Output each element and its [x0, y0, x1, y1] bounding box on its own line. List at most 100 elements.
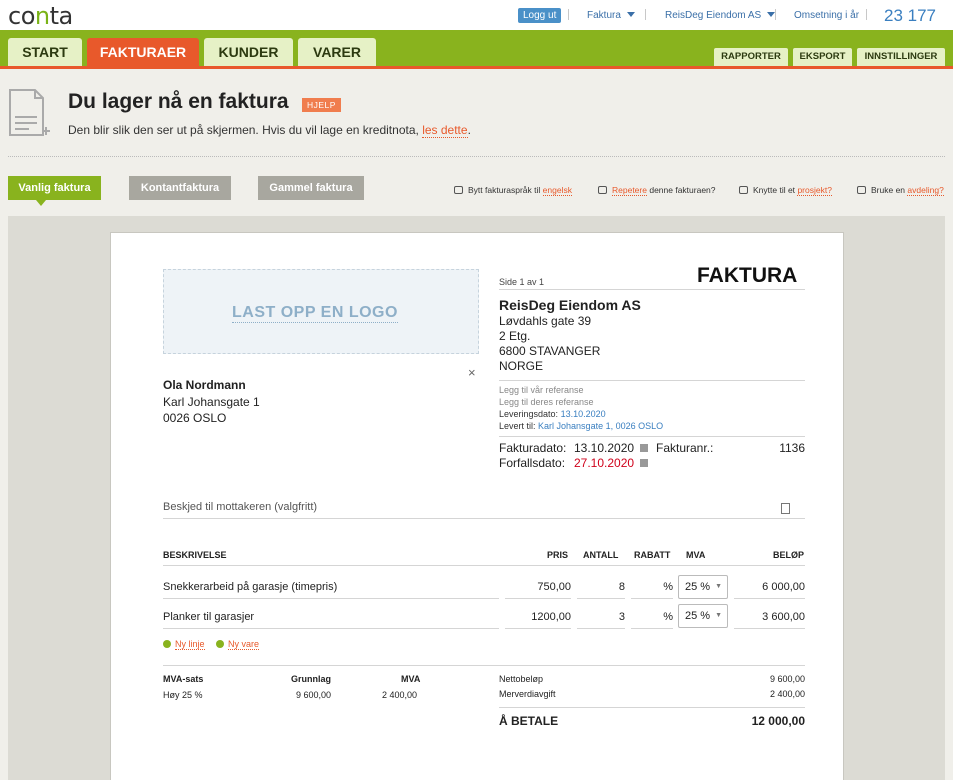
close-icon[interactable]: ×: [468, 365, 476, 380]
tab-kunder[interactable]: KUNDER: [204, 38, 293, 66]
vat-basis-value: 9 600,00: [296, 690, 332, 700]
line-description[interactable]: Snekkerarbeid på garasje (timepris): [163, 575, 499, 599]
top-divider: [775, 9, 776, 20]
company-menu-label: ReisDeg Eiendom AS: [665, 10, 762, 21]
line-vat-select[interactable]: 25 %: [678, 604, 728, 628]
line-quantity[interactable]: 8: [577, 575, 625, 599]
column-quantity: ANTALL: [583, 550, 619, 560]
repeat-link[interactable]: Repetere: [612, 185, 647, 196]
table-header-line: [163, 565, 805, 566]
add-item-button[interactable]: Ny vare: [216, 639, 260, 650]
due-date-label: Forfallsdato:: [499, 456, 566, 470]
item-icon: [216, 640, 224, 648]
project-link[interactable]: prosjekt?: [797, 185, 832, 196]
company-country[interactable]: NORGE: [499, 359, 543, 373]
tab-innstillinger[interactable]: INNSTILLINGER: [857, 48, 945, 66]
line-price[interactable]: 750,00: [505, 575, 571, 599]
column-price: PRIS: [547, 550, 569, 560]
regular-invoice-button[interactable]: Vanlig faktura: [8, 176, 101, 206]
calendar-icon[interactable]: [640, 459, 649, 467]
due-date-field[interactable]: 27.10.2020: [574, 456, 649, 470]
delivered-to-value[interactable]: Karl Johansgate 1, 0026 OSLO: [538, 421, 663, 431]
invoice-date-field[interactable]: 13.10.2020: [574, 441, 649, 455]
subtitle-text: Den blir slik den ser ut på skjermen. Hv…: [68, 123, 419, 137]
department-text: Bruke en: [871, 185, 906, 195]
total-due-label: Å BETALE: [499, 714, 559, 728]
divider: [499, 380, 805, 381]
logout-button[interactable]: Logg ut: [518, 8, 562, 23]
total-due-value: 12 000,00: [751, 714, 805, 728]
language-link[interactable]: engelsk: [542, 185, 572, 196]
faktura-menu[interactable]: Faktura: [587, 10, 635, 21]
vat-basis-header: Grunnlag: [291, 674, 331, 684]
line-discount[interactable]: %: [631, 575, 673, 599]
conta-logo[interactable]: conta: [8, 2, 73, 30]
tab-eksport[interactable]: EKSPORT: [793, 48, 852, 66]
cash-invoice-button[interactable]: Kontantfaktura: [129, 176, 231, 200]
top-divider: [568, 9, 569, 20]
add-line-button[interactable]: Ny linje: [163, 639, 205, 650]
net-value: 9 600,00: [769, 674, 805, 684]
column-description: BESKRIVELSE: [163, 550, 227, 560]
company-address1[interactable]: Løvdahls gate 39: [499, 314, 591, 328]
divider: [499, 436, 805, 437]
summary-line: [163, 665, 805, 666]
document-icon: [9, 89, 50, 136]
tab-fakturaer[interactable]: FAKTURAER: [87, 38, 199, 66]
vat-total-value: 2 400,00: [769, 689, 805, 699]
top-divider: [645, 9, 646, 20]
repeat-text: denne fakturaen?: [649, 185, 716, 195]
department-link[interactable]: avdeling?: [907, 185, 944, 196]
help-button[interactable]: HJELP: [302, 98, 341, 112]
language-text: Bytt fakturaspråk til: [468, 185, 541, 195]
old-invoice-button[interactable]: Gammel faktura: [258, 176, 364, 200]
logo-upload-box[interactable]: LAST OPP EN LOGO: [163, 269, 479, 354]
subtitle-end: .: [467, 123, 471, 137]
main-nav: START FAKTURAER KUNDER VARER RAPPORTER E…: [0, 30, 953, 66]
plus-icon: [163, 640, 171, 648]
company-address2[interactable]: 2 Etg.: [499, 329, 530, 343]
vat-rate-header: MVA-sats: [163, 674, 204, 684]
tab-varer[interactable]: VARER: [298, 38, 376, 66]
add-line-label: Ny linje: [175, 639, 205, 650]
top-divider: [866, 9, 867, 20]
folder-icon: [739, 186, 748, 194]
column-vat: MVA: [686, 550, 706, 560]
add-item-label: Ny vare: [228, 639, 260, 650]
our-reference[interactable]: Legg til vår referanse: [499, 385, 584, 395]
their-reference[interactable]: Legg til deres referanse: [499, 397, 594, 407]
vat-rate-value: Høy 25 %: [163, 690, 203, 700]
project-text: Knytte til et: [753, 185, 796, 195]
delivery-date-label: Leveringsdato:: [499, 409, 559, 419]
notepad-icon[interactable]: [781, 503, 790, 514]
line-vat-select[interactable]: 25 %: [678, 575, 728, 599]
company-name[interactable]: ReisDeg Eiendom AS: [499, 297, 641, 313]
customer-address[interactable]: Karl Johansgate 1: [163, 395, 260, 409]
company-postal[interactable]: 6800 STAVANGER: [499, 344, 600, 358]
vat-header: MVA: [401, 674, 421, 684]
tab-rapporter[interactable]: RAPPORTER: [714, 48, 788, 66]
line-price[interactable]: 1200,00: [505, 605, 571, 629]
line-amount: 6 000,00: [734, 575, 805, 599]
customer-postal[interactable]: 0026 OSLO: [163, 411, 226, 425]
delivery-date-value[interactable]: 13.10.2020: [561, 409, 606, 419]
line-discount[interactable]: %: [631, 605, 673, 629]
customer-name[interactable]: Ola Nordmann: [163, 378, 246, 392]
line-description[interactable]: Planker til garasjer: [163, 605, 499, 629]
logo-upload-label[interactable]: LAST OPP EN LOGO: [232, 304, 398, 323]
credit-note-link[interactable]: les dette: [422, 123, 468, 138]
project-option: Knytte til et prosjekt?: [739, 185, 832, 196]
department-option: Bruke en avdeling?: [857, 185, 944, 196]
invoice-paper: LAST OPP EN LOGO × Ola Nordmann Karl Joh…: [110, 232, 844, 780]
calendar-icon[interactable]: [640, 444, 649, 452]
language-option: Bytt fakturaspråk til engelsk: [454, 185, 572, 196]
message-field[interactable]: Beskjed til mottakeren (valgfritt): [163, 501, 805, 519]
repeat-option: Repetere denne fakturaen?: [598, 185, 716, 196]
line-quantity[interactable]: 3: [577, 605, 625, 629]
turnover-label[interactable]: Omsetning i år: [794, 10, 859, 21]
net-label: Nettobeløp: [499, 674, 544, 684]
invoice-number-value[interactable]: 1136: [751, 441, 805, 455]
company-menu[interactable]: ReisDeg Eiendom AS: [665, 10, 776, 21]
tab-start[interactable]: START: [8, 38, 82, 66]
delivered-to-label: Levert til:: [499, 421, 536, 431]
